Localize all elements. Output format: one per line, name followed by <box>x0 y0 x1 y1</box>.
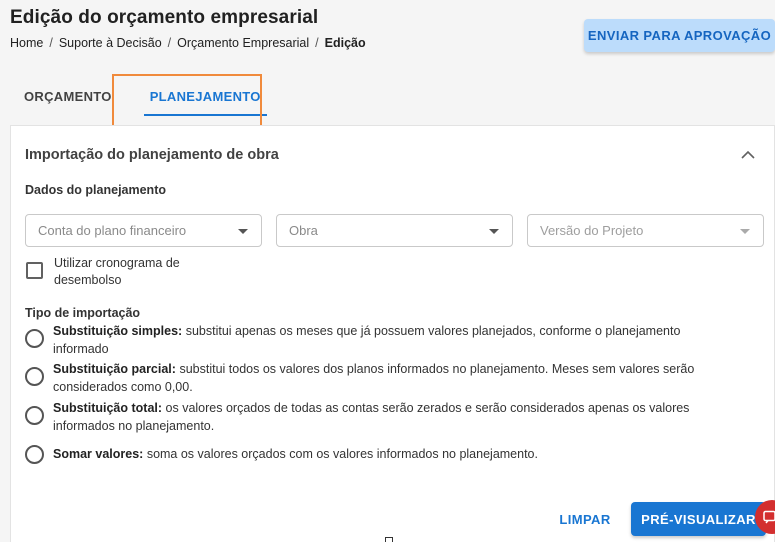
radio-label: Substituição simples: substitui apenas o… <box>53 322 733 358</box>
select-placeholder: Obra <box>289 223 318 238</box>
radio-label: Somar valores: soma os valores orçados c… <box>53 445 733 463</box>
planning-data-label: Dados do planejamento <box>25 183 166 197</box>
cursor-icon <box>385 537 393 542</box>
chat-icon <box>763 510 775 524</box>
chevron-down-icon <box>740 229 750 234</box>
radio-option-title: Substituição parcial: <box>53 362 176 376</box>
tab-bar: ORÇAMENTO PLANEJAMENTO <box>10 74 275 126</box>
radio-option-sum[interactable]: Somar valores: soma os valores orçados c… <box>25 439 733 464</box>
preview-button[interactable]: PRÉ-VISUALIZAR <box>631 502 766 536</box>
radio-option-title: Substituição simples: <box>53 324 183 338</box>
select-placeholder: Conta do plano financeiro <box>38 223 187 238</box>
select-placeholder: Versão do Projeto <box>540 223 644 238</box>
radio-label: Substituição total: os valores orçados d… <box>53 399 733 435</box>
chevron-down-icon <box>489 229 499 234</box>
radio-option-partial[interactable]: Substituição parcial: substitui todos os… <box>25 360 733 396</box>
breadcrumb-separator: / <box>49 36 53 50</box>
import-type-label: Tipo de importação <box>25 306 141 320</box>
breadcrumb-home[interactable]: Home <box>10 36 43 50</box>
project-version-select[interactable]: Versão do Projeto <box>527 214 764 247</box>
page-title: Edição do orçamento empresarial <box>10 7 319 28</box>
radio-option-title: Somar valores: <box>53 447 144 461</box>
radio-button[interactable] <box>25 445 44 464</box>
radio-label: Substituição parcial: substitui todos os… <box>53 360 733 396</box>
breadcrumb-separator: / <box>315 36 319 50</box>
card-title: Importação do planejamento de obra <box>25 147 279 163</box>
breadcrumb-orcamento[interactable]: Orçamento Empresarial <box>177 36 309 50</box>
radio-button[interactable] <box>25 329 44 348</box>
breadcrumb-suporte[interactable]: Suporte à Decisão <box>59 36 162 50</box>
radio-option-total[interactable]: Substituição total: os valores orçados d… <box>25 399 733 435</box>
radio-option-text: soma os valores orçados com os valores i… <box>146 447 538 461</box>
construction-select[interactable]: Obra <box>276 214 513 247</box>
disbursement-schedule-label: Utilizar cronograma de desembolso <box>54 256 180 287</box>
disbursement-schedule-checkbox[interactable] <box>26 262 43 279</box>
radio-button[interactable] <box>25 367 44 386</box>
financial-account-select[interactable]: Conta do plano financeiro <box>25 214 262 247</box>
chevron-down-icon <box>238 229 248 234</box>
import-planning-card: Importação do planejamento de obra Dados… <box>10 125 775 542</box>
breadcrumb-current: Edição <box>324 36 366 50</box>
chevron-up-icon[interactable] <box>739 148 757 162</box>
tab-planejamento[interactable]: PLANEJAMENTO <box>136 74 275 118</box>
radio-option-simple[interactable]: Substituição simples: substitui apenas o… <box>25 322 733 358</box>
radio-button[interactable] <box>25 406 44 425</box>
send-for-approval-button[interactable]: ENVIAR PARA APROVAÇÃO <box>584 19 775 52</box>
radio-option-title: Substituição total: <box>53 401 163 415</box>
tab-orcamento[interactable]: ORÇAMENTO <box>10 74 126 118</box>
breadcrumb-separator: / <box>167 36 172 50</box>
breadcrumb: Home / Suporte à Decisão / Orçamento Emp… <box>10 36 366 50</box>
clear-button[interactable]: LIMPAR <box>559 507 611 531</box>
